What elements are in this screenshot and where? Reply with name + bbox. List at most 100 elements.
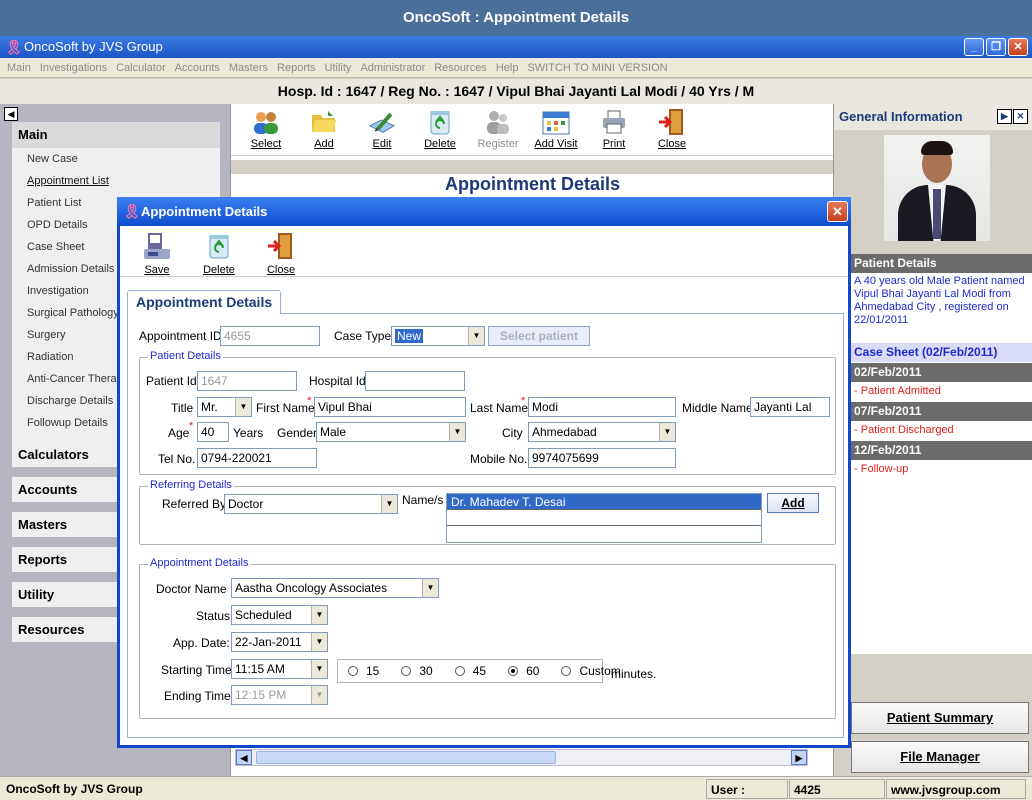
close-button[interactable]: Close: [643, 104, 701, 155]
menu-main[interactable]: Main: [7, 58, 31, 77]
patient-summary-button[interactable]: Patient Summary: [851, 702, 1029, 734]
names-label: Name/s: [402, 493, 444, 507]
duration-45-radio[interactable]: 45: [454, 664, 486, 678]
mobile-field[interactable]: 9974075699: [528, 448, 676, 468]
list-item[interactable]: [447, 526, 761, 542]
scroll-left-icon[interactable]: ◀: [236, 750, 252, 765]
file-manager-button[interactable]: File Manager: [851, 741, 1029, 773]
status-select[interactable]: Scheduled ▼: [231, 605, 328, 625]
status-bar: OncoSoft by JVS Group User : Admin 4425 …: [0, 776, 1032, 800]
dialog-title: Appointment Details: [141, 204, 268, 219]
page-title: Appointment Details: [444, 174, 620, 194]
menu-switch-mini[interactable]: SWITCH TO MINI VERSION: [527, 58, 667, 77]
tel-field[interactable]: 0794-220021: [197, 448, 317, 468]
expand-panel-icon[interactable]: ▶: [997, 109, 1012, 124]
menu-bar: Main Investigations Calculator Accounts …: [0, 58, 1032, 78]
mobile-label: Mobile No.: [470, 452, 528, 466]
event-item[interactable]: - Patient Discharged: [851, 421, 1032, 440]
restore-button[interactable]: ❐: [986, 38, 1006, 56]
nav-item-appointment-list[interactable]: Appointment List: [12, 170, 220, 192]
register-users-icon: [483, 108, 513, 136]
dialog-close-tool-button[interactable]: Close: [250, 229, 312, 276]
delete-button[interactable]: Delete: [411, 104, 469, 155]
nav-item-new-case[interactable]: New Case: [12, 148, 220, 170]
chevron-down-icon: ▼: [311, 686, 327, 704]
menu-utility[interactable]: Utility: [325, 58, 352, 77]
close-panel-icon[interactable]: ✕: [1013, 109, 1028, 124]
gender-select[interactable]: Male ▼: [316, 422, 466, 442]
ribbon-logo-icon: 🎗︎: [123, 203, 141, 219]
ending-time-select[interactable]: 12:15 PM ▼: [231, 685, 328, 705]
add-referral-button[interactable]: Add: [767, 493, 819, 513]
case-type-select[interactable]: New ▼: [391, 326, 485, 346]
age-field[interactable]: 40: [197, 422, 229, 442]
first-name-field[interactable]: Vipul Bhai: [314, 397, 466, 417]
dialog-titlebar: 🎗︎ Appointment Details ✕: [117, 197, 851, 226]
menu-help[interactable]: Help: [496, 58, 519, 77]
select-button[interactable]: Select: [237, 104, 295, 155]
tab-appointment-details[interactable]: Appointment Details: [127, 290, 282, 314]
ending-time-label: Ending Time:: [164, 689, 235, 703]
chevron-down-icon: ▼: [311, 606, 327, 624]
dialog-delete-button[interactable]: Delete: [188, 229, 250, 276]
general-info-title: General Information: [839, 109, 963, 124]
save-disk-icon: [142, 231, 172, 261]
minutes-label: minutes.: [611, 667, 657, 681]
event-item[interactable]: - Patient Admitted: [851, 382, 1032, 401]
duration-30-radio[interactable]: 30: [401, 664, 433, 678]
referred-by-select[interactable]: Doctor ▼: [224, 494, 398, 514]
first-name-label: First Name: [256, 401, 315, 415]
collapse-nav-icon[interactable]: ◀: [4, 107, 18, 121]
edit-button[interactable]: Edit: [353, 104, 411, 155]
radio-30: [401, 666, 412, 676]
starting-time-select[interactable]: 11:15 AM ▼: [231, 659, 328, 679]
referral-names-list[interactable]: Dr. Mahadev T. Desai: [446, 493, 762, 543]
list-item[interactable]: Dr. Mahadev T. Desai: [447, 494, 761, 510]
menu-resources[interactable]: Resources: [434, 58, 487, 77]
app-date-picker[interactable]: 22-Jan-2011 ▼: [231, 632, 328, 652]
event-item[interactable]: - Follow-up: [851, 460, 1032, 479]
gender-label: Gender: [277, 426, 318, 440]
menu-investigations[interactable]: Investigations: [40, 58, 107, 77]
status-records: 4425 Record(s): [789, 779, 885, 799]
main-toolbar: Select Add Edit Delete Register Add Visi…: [231, 104, 833, 156]
scroll-right-icon[interactable]: ▶: [791, 750, 807, 765]
menu-administrator[interactable]: Administrator: [360, 58, 425, 77]
last-name-field[interactable]: Modi: [528, 397, 676, 417]
register-button[interactable]: Register: [469, 104, 527, 155]
app-banner: OncoSoft : Appointment Details: [0, 0, 1032, 36]
nav-main-header[interactable]: Main: [12, 122, 220, 148]
content-strip: [231, 160, 834, 174]
appointment-id-field[interactable]: 4655: [220, 326, 320, 346]
menu-masters[interactable]: Masters: [229, 58, 268, 77]
doctor-name-label: Doctor Name: [156, 582, 227, 596]
list-item[interactable]: [447, 510, 761, 526]
duration-15-radio[interactable]: 15: [348, 664, 379, 678]
right-panel: General Information ▶ ✕ Patient Details …: [833, 104, 1032, 776]
select-patient-button[interactable]: Select patient: [488, 326, 590, 346]
add-button[interactable]: Add: [295, 104, 353, 155]
scroll-thumb[interactable]: [256, 751, 556, 764]
menu-calculator[interactable]: Calculator: [116, 58, 166, 77]
save-button[interactable]: Save: [126, 229, 188, 276]
case-sheet-title[interactable]: Case Sheet (02/Feb/2011): [851, 343, 1032, 362]
minimize-button[interactable]: _: [964, 38, 984, 56]
patient-id-field[interactable]: 1647: [197, 371, 297, 391]
print-button[interactable]: Print: [585, 104, 643, 155]
title-select[interactable]: Mr. ▼: [197, 397, 252, 417]
exit-door-icon: [657, 108, 687, 136]
city-select[interactable]: Ahmedabad ▼: [528, 422, 676, 442]
patient-details-group: Patient Details Patient Id 1647 Hospital…: [139, 350, 836, 475]
status-app-name: OncoSoft by JVS Group: [6, 782, 143, 796]
menu-reports[interactable]: Reports: [277, 58, 316, 77]
appointment-details-group-label: Appointment Details: [148, 557, 251, 569]
window-close-button[interactable]: ✕: [1008, 38, 1028, 56]
dialog-close-button[interactable]: ✕: [827, 201, 848, 222]
duration-60-radio[interactable]: 60: [508, 664, 539, 678]
middle-name-field[interactable]: Jayanti Lal: [750, 397, 830, 417]
hospital-id-field[interactable]: [365, 371, 465, 391]
doctor-name-select[interactable]: Aastha Oncology Associates ▼: [231, 578, 439, 598]
add-visit-button[interactable]: Add Visit: [527, 104, 585, 155]
menu-accounts[interactable]: Accounts: [175, 58, 220, 77]
horizontal-scrollbar[interactable]: ◀ ▶: [235, 749, 808, 766]
